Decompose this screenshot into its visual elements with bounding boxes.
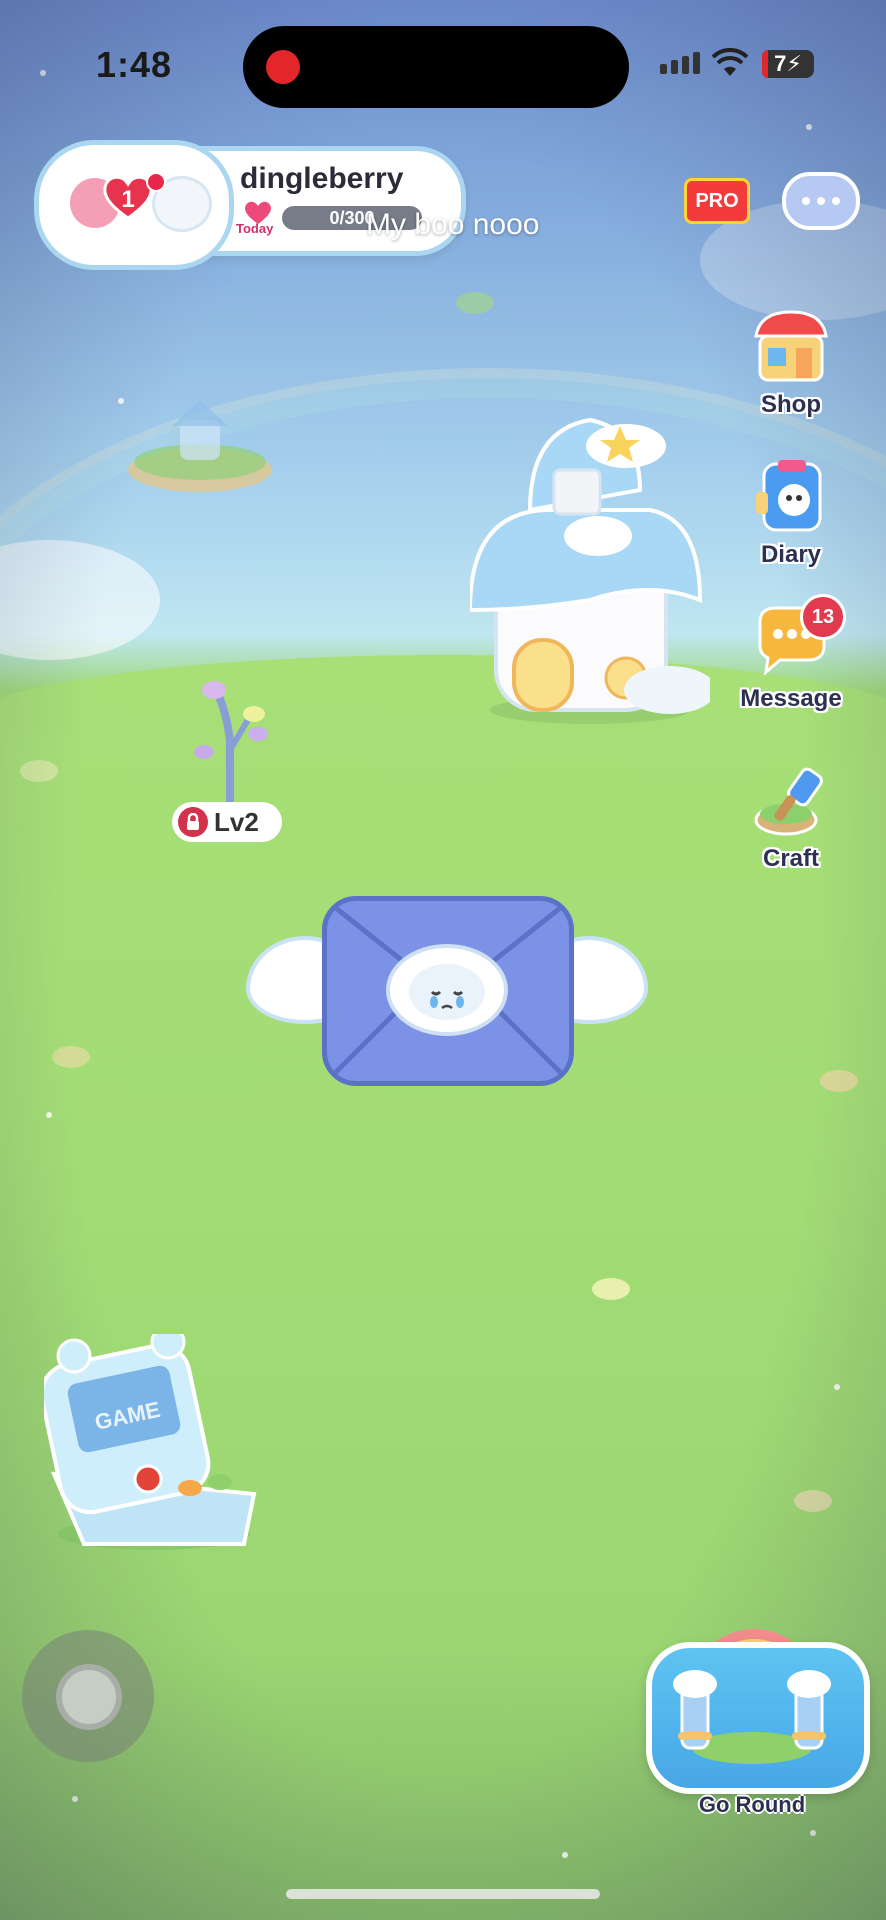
floating-leaf xyxy=(20,760,58,782)
sparkle xyxy=(562,1852,568,1858)
growth-tree[interactable] xyxy=(190,680,270,810)
dot-icon xyxy=(817,197,825,205)
sparkle xyxy=(806,124,812,130)
floating-leaf xyxy=(820,1070,858,1092)
dot-icon xyxy=(802,197,810,205)
floating-leaf xyxy=(456,292,494,314)
battery-icon: 7 ⚡ xyxy=(762,50,814,78)
notification-dot xyxy=(146,172,166,192)
cellular-signal-icon xyxy=(660,52,700,74)
diary-label: Diary xyxy=(760,541,822,568)
floating-island xyxy=(128,400,272,492)
go-round-scene-icon xyxy=(673,1670,831,1764)
more-options-button[interactable] xyxy=(782,172,860,230)
floating-leaf xyxy=(794,1490,832,1512)
message-button[interactable]: 13 Message xyxy=(736,594,846,713)
dot-icon xyxy=(832,197,840,205)
battery-low-indicator xyxy=(762,50,768,78)
tree-level-badge[interactable]: Lv2 xyxy=(172,802,282,842)
status-time: 1:48 xyxy=(96,44,173,85)
shop-label: Shop xyxy=(761,391,821,418)
shop-icon xyxy=(754,310,828,382)
dynamic-island xyxy=(243,26,629,108)
battery-level: 7 xyxy=(774,51,787,76)
crying-pet-sticker xyxy=(386,944,508,1036)
wifi-icon xyxy=(712,48,748,76)
pro-button[interactable]: PRO xyxy=(684,178,750,224)
tree-level-text: Lv2 xyxy=(214,806,259,837)
video-caption: My boo nooo xyxy=(366,208,540,241)
shop-button[interactable]: Shop xyxy=(736,306,846,419)
go-round-label: Go Round xyxy=(698,1792,806,1817)
message-label: Message xyxy=(740,685,842,712)
craft-button[interactable]: Craft xyxy=(736,760,846,873)
sparkle xyxy=(40,70,46,76)
joystick-handle[interactable] xyxy=(56,1664,122,1730)
game-console[interactable]: GAME xyxy=(44,1334,262,1556)
username: dingleberry xyxy=(240,162,404,195)
diary-icon xyxy=(756,460,822,532)
heart-level-number: 1 xyxy=(121,186,135,213)
diary-button[interactable]: Diary xyxy=(736,456,846,569)
go-round-button[interactable] xyxy=(646,1642,870,1794)
craft-hammer-icon xyxy=(754,767,823,836)
craft-label: Craft xyxy=(762,845,819,872)
lock-icon xyxy=(178,807,208,837)
today-label: Today xyxy=(236,221,274,236)
floating-leaf xyxy=(52,1046,90,1068)
floating-leaf xyxy=(592,1278,630,1300)
home-indicator[interactable] xyxy=(286,1889,600,1899)
sparkle xyxy=(46,1112,52,1118)
recording-dot-icon xyxy=(266,50,300,84)
sparkle xyxy=(72,1796,78,1802)
message-count-badge: 13 xyxy=(800,594,846,640)
sparkle xyxy=(118,398,124,404)
sparkle xyxy=(834,1384,840,1390)
sparkle xyxy=(810,1830,816,1836)
cloud-house[interactable] xyxy=(470,410,710,730)
